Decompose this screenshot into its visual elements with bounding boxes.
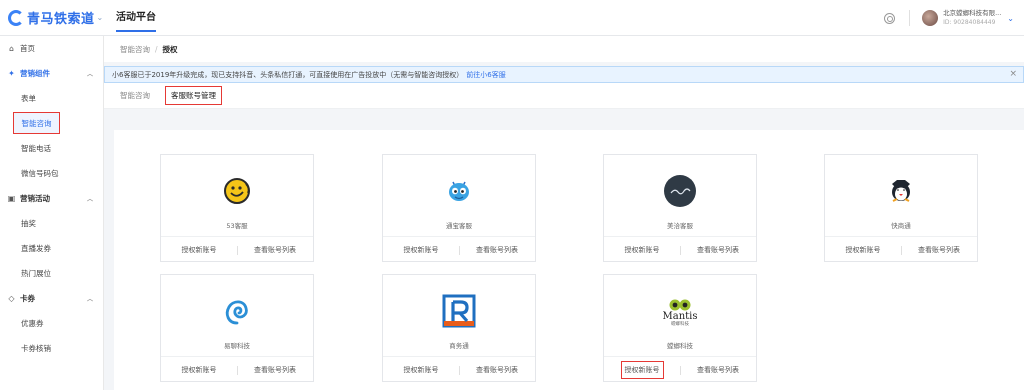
card-meiqia: 美洽客服 授权新账号 查看账号列表 bbox=[603, 154, 757, 262]
user-info[interactable]: 北京螳螂科技有限... ID: 90284084449 bbox=[943, 9, 1001, 27]
card-tongbao: 通宝客服 授权新账号 查看账号列表 bbox=[382, 154, 536, 262]
chevron-up-icon: ︿ bbox=[86, 296, 93, 303]
authorize-new-account-button[interactable]: 授权新账号 bbox=[161, 245, 237, 255]
penguin-icon bbox=[884, 174, 918, 208]
card-name: 美洽客服 bbox=[667, 222, 693, 230]
card-name: 快商通 bbox=[891, 222, 911, 230]
account-panel: 53客服 授权新账号 查看账号列表 通宝客服 授权新账号 查看账号列表 美洽客服… bbox=[114, 130, 1024, 390]
view-account-list-button[interactable]: 查看账号列表 bbox=[459, 365, 535, 375]
view-account-list-button[interactable]: 查看账号列表 bbox=[237, 245, 313, 255]
sidebar-item-hot-booth[interactable]: 热门展位 bbox=[14, 261, 103, 286]
r-letter-icon bbox=[442, 294, 476, 328]
sidebar-item-form[interactable]: 表单 bbox=[14, 86, 103, 111]
sidebar-group-label: 营销活动 bbox=[20, 194, 50, 203]
tab-smart-consult[interactable]: 智能咨询 bbox=[120, 90, 150, 101]
sidebar-item-smart-consult[interactable]: 智能咨询 bbox=[13, 112, 60, 134]
view-account-list-button[interactable]: 查看账号列表 bbox=[459, 245, 535, 255]
avatar[interactable] bbox=[922, 10, 939, 26]
breadcrumb: 智能咨询 / 授权 bbox=[104, 36, 1024, 62]
main-content: 智能咨询 / 授权 小6客服已于2019年升级完成，现已支持抖音、头条私信打通，… bbox=[104, 36, 1024, 390]
home-icon: ⌂ bbox=[9, 44, 14, 53]
chevron-down-icon[interactable]: ⌄ bbox=[97, 13, 104, 22]
top-bar: 青马铁索道 ⌄ 活动平台 北京螳螂科技有限... ID: 90284084449… bbox=[0, 0, 1024, 36]
tab-cs-account-manage[interactable]: 客服账号管理 bbox=[165, 86, 222, 105]
notice-text: 小6客服已于2019年升级完成，现已支持抖音、头条私信打通，可直接使用在广告投放… bbox=[112, 70, 464, 79]
authorize-new-account-button[interactable]: 授权新账号 bbox=[604, 245, 680, 255]
sidebar-group-marketing-activities[interactable]: ▣ 营销活动 ︿ bbox=[0, 186, 103, 211]
sidebar: ⌂ 首页 ✦ 营销组件 ︿ 表单 智能咨询 智能电话 微信号码包 ▣ 营销活动 ︿ … bbox=[0, 36, 104, 390]
brand-logo[interactable]: 青马铁索道 ⌄ bbox=[0, 8, 104, 27]
sidebar-group-coupons[interactable]: ◇ 卡券 ︿ bbox=[0, 286, 103, 311]
breadcrumb-separator: / bbox=[155, 44, 158, 54]
gear-icon[interactable] bbox=[884, 12, 896, 24]
authorize-new-account-button[interactable]: 授权新账号 bbox=[161, 365, 237, 375]
logo-mark-icon bbox=[8, 9, 24, 26]
card-kuaishangtong: 快商通 授权新账号 查看账号列表 bbox=[824, 154, 978, 262]
sidebar-item-wechat-pack[interactable]: 微信号码包 bbox=[14, 161, 103, 186]
gift-icon: ▣ bbox=[7, 194, 16, 203]
chat-circle-icon bbox=[663, 174, 697, 208]
card-name: 通宝客服 bbox=[446, 222, 472, 230]
card-53kf: 53客服 授权新账号 查看账号列表 bbox=[160, 154, 314, 262]
authorize-new-account-button[interactable]: 授权新账号 bbox=[383, 365, 459, 375]
view-account-list-button[interactable]: 查看账号列表 bbox=[901, 245, 977, 255]
sidebar-item-coupon-verify[interactable]: 卡券核销 bbox=[14, 336, 103, 361]
authorize-new-account-button[interactable]: 授权新账号 bbox=[383, 245, 459, 255]
card-mantis: Mantis 螳螂科技 螳螂科技 授权新账号 查看账号列表 bbox=[603, 274, 757, 382]
close-icon[interactable]: × bbox=[1009, 69, 1017, 79]
mantis-logo-sub: 螳螂科技 bbox=[671, 321, 689, 327]
sidebar-item-smart-phone[interactable]: 智能电话 bbox=[14, 136, 103, 161]
mantis-logo-word: Mantis bbox=[662, 310, 698, 322]
sidebar-item-live-coupon[interactable]: 直播发券 bbox=[14, 236, 103, 261]
sidebar-group-marketing-components[interactable]: ✦ 营销组件 ︿ bbox=[0, 61, 103, 86]
card-yiliao: 易聊科技 授权新账号 查看账号列表 bbox=[160, 274, 314, 382]
view-account-list-button[interactable]: 查看账号列表 bbox=[680, 365, 756, 375]
smiley-icon bbox=[220, 174, 254, 208]
notice-banner: 小6客服已于2019年升级完成，现已支持抖音、头条私信打通，可直接使用在广告投放… bbox=[104, 66, 1024, 83]
sidebar-group-label: 卡券 bbox=[20, 294, 35, 303]
divider bbox=[909, 10, 911, 26]
card-name: 螳螂科技 bbox=[667, 342, 693, 350]
user-name: 北京螳螂科技有限... bbox=[943, 9, 1002, 17]
sidebar-item-lottery[interactable]: 抽奖 bbox=[14, 211, 103, 236]
card-name: 易聊科技 bbox=[224, 342, 250, 350]
authorize-new-account-button[interactable]: 授权新账号 bbox=[825, 245, 901, 255]
ant-icon bbox=[442, 174, 476, 208]
tab-bar: 智能咨询 客服账号管理 bbox=[104, 83, 1024, 109]
sidebar-group-label: 营销组件 bbox=[20, 69, 50, 78]
authorize-new-account-label[interactable]: 授权新账号 bbox=[620, 361, 664, 379]
chevron-down-icon[interactable]: ⌄ bbox=[1007, 14, 1014, 23]
logo-text: 青马铁索道 bbox=[27, 12, 95, 27]
chevron-up-icon: ︿ bbox=[86, 196, 93, 203]
view-account-list-button[interactable]: 查看账号列表 bbox=[237, 365, 313, 375]
puzzle-icon: ✦ bbox=[8, 69, 15, 78]
sidebar-item-label: 首页 bbox=[20, 44, 35, 53]
chevron-up-icon: ︿ bbox=[86, 71, 93, 78]
mantis-icon: Mantis 螳螂科技 bbox=[662, 294, 698, 332]
breadcrumb-parent[interactable]: 智能咨询 bbox=[120, 44, 150, 55]
card-name: 商务通 bbox=[449, 342, 469, 350]
tag-icon: ◇ bbox=[8, 294, 15, 303]
sidebar-item-home[interactable]: ⌂ 首页 bbox=[0, 36, 103, 61]
sidebar-item-coupon[interactable]: 优惠券 bbox=[14, 311, 103, 336]
card-shangwutong: 商务通 授权新账号 查看账号列表 bbox=[382, 274, 536, 382]
view-account-list-button[interactable]: 查看账号列表 bbox=[680, 245, 756, 255]
user-id: ID: 90284084449 bbox=[943, 19, 996, 26]
breadcrumb-current: 授权 bbox=[162, 44, 178, 54]
spiral-icon bbox=[220, 294, 254, 328]
notice-link[interactable]: 前往小6客服 bbox=[466, 70, 505, 80]
authorize-new-account-button[interactable]: 授权新账号 bbox=[604, 361, 680, 379]
platform-tab[interactable]: 活动平台 bbox=[116, 0, 156, 36]
card-name: 53客服 bbox=[226, 222, 248, 230]
